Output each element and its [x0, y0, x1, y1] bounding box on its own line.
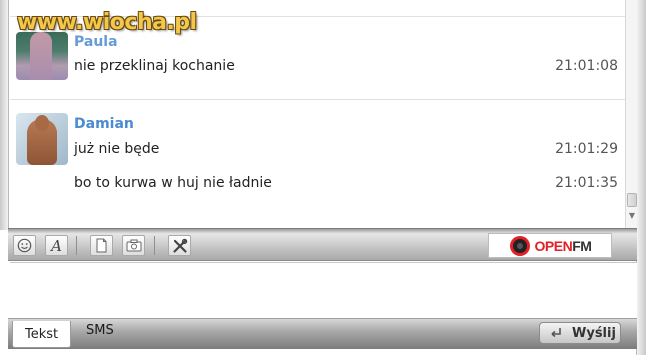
- send-button[interactable]: Wyślij: [539, 322, 621, 344]
- openfm-brand: OPENFM: [535, 238, 592, 254]
- camera-button[interactable]: [122, 235, 145, 256]
- tab-tekst[interactable]: Tekst: [12, 321, 72, 348]
- avatar-paula[interactable]: [16, 32, 68, 80]
- avatar-damian[interactable]: [16, 113, 68, 165]
- file-icon: [96, 238, 107, 253]
- watermark-logo: www.wiocha.pl: [17, 10, 197, 35]
- tab-sms[interactable]: SMS: [74, 319, 126, 341]
- message-time: 21:01:08: [555, 58, 618, 74]
- openfm-brand-open: OPEN: [534, 237, 573, 254]
- openfm-logo-icon: [509, 235, 530, 256]
- toolbar-divider: [76, 236, 77, 255]
- openfm-banner[interactable]: OPENFM: [488, 233, 612, 258]
- message-time: 21:01:35: [555, 175, 618, 191]
- openfm-brand-fm: FM: [572, 237, 592, 254]
- toolbar-divider: [154, 236, 155, 255]
- sender-name[interactable]: Damian: [74, 116, 134, 132]
- message-text: nie przeklinaj kochanie: [74, 58, 235, 74]
- enter-icon: [548, 326, 564, 340]
- scroll-down-arrow-icon[interactable]: ▼: [628, 212, 636, 220]
- message-block: Damian już nie będe 21:01:29 bo to kurwa…: [10, 101, 625, 215]
- scrollbar-thumb[interactable]: [627, 193, 637, 207]
- emoticons-button[interactable]: [13, 235, 36, 256]
- window-frame-left: [0, 0, 9, 230]
- chat-scrollbar[interactable]: ▼: [625, 0, 637, 228]
- message-text: już nie będe: [74, 141, 160, 157]
- message-text: bo to kurwa w huj nie ładnie: [74, 175, 272, 191]
- send-file-button[interactable]: [90, 235, 113, 256]
- settings-button[interactable]: [168, 235, 191, 256]
- font-icon: A: [51, 236, 62, 255]
- message-time: 21:01:29: [555, 141, 618, 157]
- send-button-label: Wyślij: [572, 325, 616, 341]
- message-input[interactable]: [10, 262, 637, 318]
- camera-icon: [126, 239, 141, 252]
- tools-icon: [172, 238, 187, 253]
- chat-window: Paula nie przeklinaj kochanie 21:01:08 D…: [0, 0, 646, 355]
- sender-name[interactable]: Paula: [74, 34, 118, 50]
- font-button[interactable]: A: [45, 235, 68, 256]
- window-frame-right: [636, 0, 646, 355]
- bottom-bar: Tekst SMS Wyślij: [8, 318, 637, 349]
- smiley-icon: [17, 238, 32, 253]
